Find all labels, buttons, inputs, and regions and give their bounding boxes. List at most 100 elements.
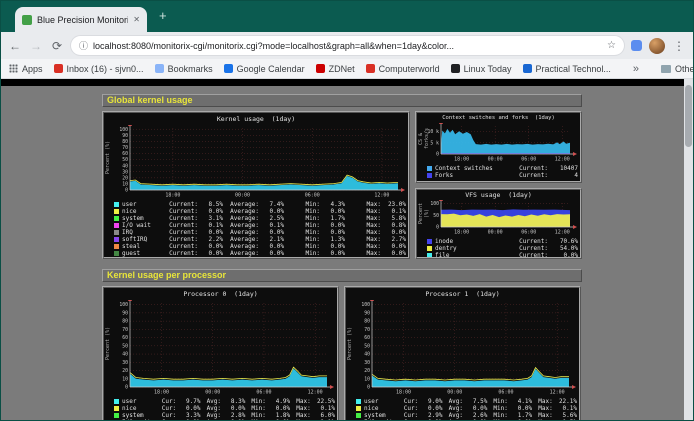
legend-row: fileCurrent:0.0% bbox=[427, 252, 578, 259]
extension-icon[interactable] bbox=[631, 40, 642, 51]
bookmark-label: Practical Technol... bbox=[536, 64, 611, 74]
browser-tab[interactable]: Blue Precision Monitorix ✕ bbox=[15, 7, 147, 32]
legend-label: inode bbox=[435, 238, 510, 245]
bookmark-star-icon[interactable]: ☆ bbox=[607, 40, 616, 51]
bookmark-item-linux-today[interactable]: Linux Today bbox=[451, 64, 512, 74]
legend-stat-value: 0.0% bbox=[198, 208, 223, 215]
bookmarks-overflow-icon[interactable]: » bbox=[633, 63, 639, 75]
svg-text:06:00: 06:00 bbox=[521, 157, 536, 163]
legend-stat-caption: Average: bbox=[223, 250, 259, 257]
kernel-usage-legend: userCurrent:8.5%Average:7.4%Min:4.3%Max:… bbox=[104, 199, 408, 257]
monitorix-content: Global kernel usage Kernel usage (1day) … bbox=[102, 94, 582, 420]
bookmark-item-bookmarks-folder[interactable]: Bookmarks bbox=[155, 64, 213, 74]
legend-label: I/O wait bbox=[122, 419, 156, 420]
browser-menu-icon[interactable]: ⋮ bbox=[672, 39, 686, 53]
apps-shortcut[interactable]: Apps bbox=[9, 64, 43, 74]
legend-stat-value: 7.5% bbox=[463, 398, 487, 405]
bookmark-item-google-calendar[interactable]: Google Calendar bbox=[224, 64, 305, 74]
legend-stat-caption: Current: bbox=[162, 201, 198, 208]
other-bookmarks-folder-icon bbox=[661, 65, 671, 73]
legend-stat-value: 2.6% bbox=[463, 412, 487, 419]
legend-stat-value: 0.0% bbox=[508, 419, 532, 420]
legend-label: system bbox=[122, 412, 156, 419]
legend-stat-caption: Current: bbox=[510, 252, 548, 259]
svg-text:100: 100 bbox=[361, 302, 370, 308]
profile-avatar[interactable] bbox=[649, 38, 665, 54]
legend-swatch bbox=[114, 413, 119, 418]
tab-close-icon[interactable]: ✕ bbox=[133, 15, 140, 24]
legend-stat-caption: Max: bbox=[345, 215, 381, 222]
legend-label: system bbox=[122, 215, 162, 222]
svg-text:12:00: 12:00 bbox=[555, 157, 570, 163]
legend-stat-caption: Average: bbox=[223, 236, 259, 243]
other-bookmarks-button[interactable]: Other bookmarks bbox=[661, 64, 694, 74]
reload-icon[interactable]: ⟳ bbox=[50, 39, 64, 53]
legend-stat-value: 0.0% bbox=[418, 405, 442, 412]
zdnet-favicon bbox=[316, 64, 325, 73]
kernel-usage-graph[interactable]: Kernel usage (1day) Percent (%) 10090807… bbox=[102, 111, 410, 259]
legend-label: nice bbox=[364, 405, 398, 412]
vfs-usage-graph[interactable]: VFS usage (1day) Percent (%) 10050018:00… bbox=[415, 188, 582, 259]
legend-stat-value: 0.1% bbox=[418, 419, 442, 420]
page-scrollbar[interactable] bbox=[684, 79, 693, 420]
legend-stat-value: 2.7% bbox=[381, 236, 406, 243]
legend-stat-caption: Current: bbox=[162, 229, 198, 236]
bookmark-label: Computerworld bbox=[379, 64, 440, 74]
svg-text:00:00: 00:00 bbox=[488, 157, 503, 163]
svg-text:20: 20 bbox=[122, 368, 128, 374]
forward-icon[interactable]: → bbox=[29, 39, 43, 53]
legend-stat-caption: Avg: bbox=[442, 405, 463, 412]
new-tab-button[interactable]: + bbox=[159, 8, 167, 23]
legend-stat-caption: Current: bbox=[510, 245, 548, 252]
svg-text:06:00: 06:00 bbox=[256, 390, 271, 396]
chart-title: Processor 1 (1day) bbox=[346, 288, 579, 300]
legend-label: dentry bbox=[435, 245, 510, 252]
legend-stat-caption: Min: bbox=[487, 412, 508, 419]
legend-stat-caption: Cur: bbox=[398, 405, 419, 412]
bookmark-item-practical-technology[interactable]: Practical Technol... bbox=[523, 64, 611, 74]
legend-stat-value: 22.1% bbox=[553, 398, 577, 405]
legend-stat-caption: Min: bbox=[487, 419, 508, 420]
legend-swatch bbox=[114, 237, 119, 242]
legend-stat-value: 10407 bbox=[548, 165, 578, 172]
legend-swatch bbox=[356, 399, 361, 404]
legend-label: guest bbox=[122, 250, 162, 257]
address-bar[interactable]: ⓘ localhost:8080/monitorix-cgi/monitorix… bbox=[71, 36, 624, 55]
legend-stat-value: 0.0% bbox=[198, 250, 223, 257]
global-kernel-row: Kernel usage (1day) Percent (%) 10090807… bbox=[102, 111, 582, 259]
page-info-icon[interactable]: ⓘ bbox=[79, 39, 88, 52]
chart-title: Kernel usage (1day) bbox=[104, 113, 408, 125]
svg-text:18:00: 18:00 bbox=[154, 390, 169, 396]
legend-row: systemCur:3.3%Avg:2.8%Min:1.8%Max:6.0% bbox=[114, 412, 335, 419]
legend-row: Context switchesCurrent:10407 bbox=[427, 165, 578, 172]
legend-stat-value: 0.1% bbox=[221, 419, 245, 420]
bookmark-item-inbox[interactable]: Inbox (16) - sjvn0... bbox=[54, 64, 144, 74]
bookmark-item-zdnet[interactable]: ZDNet bbox=[316, 64, 355, 74]
svg-text:18:00: 18:00 bbox=[454, 157, 469, 163]
svg-text:12:00: 12:00 bbox=[374, 193, 389, 199]
legend-stat-caption: Current: bbox=[162, 222, 198, 229]
url-text: localhost:8080/monitorix-cgi/monitorix.c… bbox=[93, 41, 602, 51]
legend-label: nice bbox=[122, 208, 162, 215]
bookmark-label: Google Calendar bbox=[237, 64, 305, 74]
legend-stat-value: 0.0% bbox=[176, 405, 200, 412]
scrollbar-thumb[interactable] bbox=[685, 85, 692, 147]
legend-stat-value: 0.5% bbox=[553, 419, 577, 420]
legend-stat-caption: Average: bbox=[223, 243, 259, 250]
legend-row: softIRQCurrent:2.2%Average:2.1%Min:1.3%M… bbox=[114, 236, 406, 243]
context-switches-graph[interactable]: Context switches and forks (1day) CS & f… bbox=[415, 111, 582, 183]
svg-text:0: 0 bbox=[125, 188, 128, 194]
processor-1-graph[interactable]: Processor 1 (1day) Percent (%) 100908070… bbox=[344, 286, 581, 420]
back-icon[interactable]: ← bbox=[8, 39, 22, 53]
legend-stat-value: 7.4% bbox=[259, 201, 284, 208]
svg-text:70: 70 bbox=[122, 327, 128, 333]
processor-0-graph[interactable]: Processor 0 (1day) Percent (%) 100908070… bbox=[102, 286, 339, 420]
bookmark-item-computerworld[interactable]: Computerworld bbox=[366, 64, 440, 74]
svg-text:12:00: 12:00 bbox=[550, 390, 565, 396]
practical-technology-favicon bbox=[523, 64, 532, 73]
legend-stat-value: 22.5% bbox=[311, 398, 335, 405]
legend-label: Forks bbox=[435, 172, 510, 179]
legend-stat-caption: Cur: bbox=[156, 412, 177, 419]
section-title: Global kernel usage bbox=[107, 95, 193, 105]
processor-0-legend: userCur:9.7%Avg:8.3%Min:4.9%Max:22.5%nic… bbox=[104, 396, 337, 420]
